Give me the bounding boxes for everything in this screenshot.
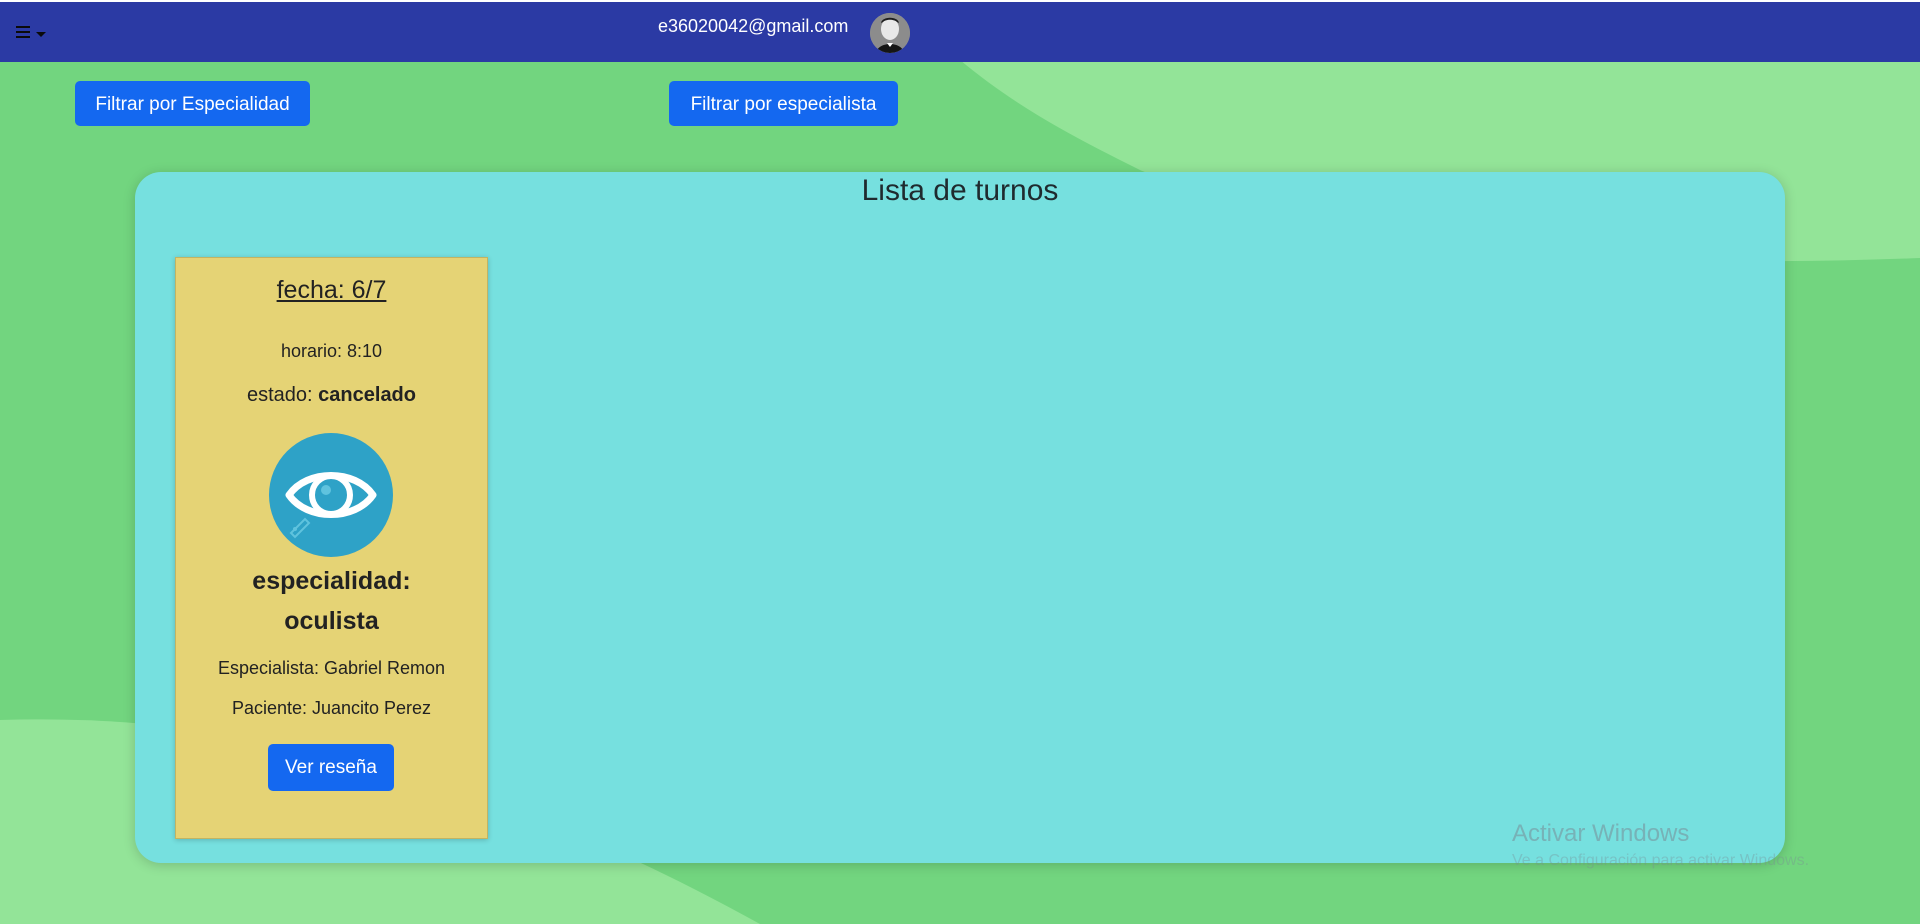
hamburger-icon — [16, 26, 30, 41]
appointment-time: horario: 8:10 — [280, 341, 383, 361]
state-value: cancelado — [318, 384, 416, 406]
appointment-patient: Paciente: Juancito Perez — [231, 698, 432, 718]
appointments-panel: Lista de turnos fecha: 6/7 horario: 8:10… — [135, 172, 1785, 863]
user-email: e36020042@gmail.com — [658, 16, 849, 36]
appointment-state: estado: cancelado — [176, 384, 487, 407]
windows-activation-subtitle: Ve a Configuración para activar Windows. — [1512, 852, 1810, 869]
specialty-label: especialidad: — [252, 567, 411, 595]
navbar: e36020042@gmail.com — [0, 2, 1920, 62]
menu-toggle-button[interactable] — [14, 22, 48, 44]
specialty-image — [269, 433, 393, 557]
appointment-date: fecha: 6/7 — [276, 276, 387, 304]
specialty-value: oculista — [284, 607, 379, 635]
caret-down-icon — [36, 32, 46, 37]
filter-by-specialist-button[interactable]: Filtrar por especialista — [669, 81, 898, 126]
filter-by-specialty-button[interactable]: Filtrar por Especialidad — [75, 81, 310, 126]
panel-title: Lista de turnos — [861, 174, 1059, 207]
appointment-card: fecha: 6/7 horario: 8:10 estado: cancela… — [175, 257, 488, 839]
top-border — [0, 0, 1920, 2]
eye-icon — [285, 472, 377, 539]
avatar-portrait-icon — [870, 13, 910, 53]
appointment-specialist: Especialista: Gabriel Remon — [217, 658, 446, 678]
avatar[interactable] — [870, 13, 910, 53]
state-label: estado: — [247, 384, 319, 406]
view-review-button[interactable]: Ver reseña — [268, 744, 394, 791]
appointment-specialty: especialidad: oculista — [176, 561, 487, 641]
windows-activation-title: Activar Windows — [1512, 820, 1690, 847]
